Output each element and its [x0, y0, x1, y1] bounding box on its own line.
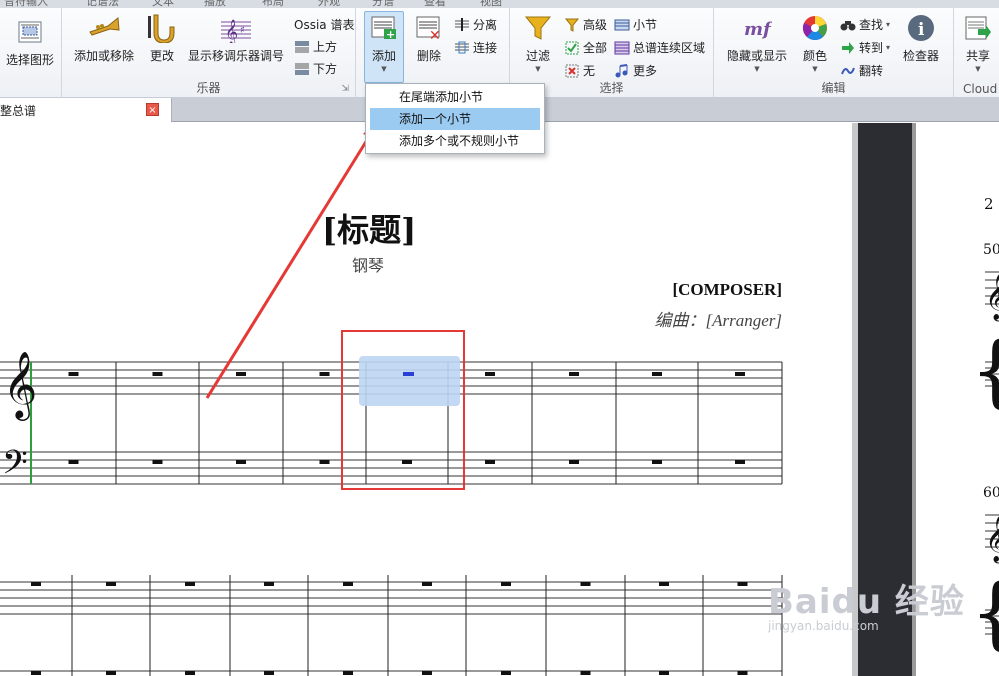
whole-rest [343, 671, 353, 675]
whole-rest [735, 460, 745, 464]
whole-rest [236, 372, 246, 376]
sibelius-window: 音符输入 记谱法 文本 播放 布局 外观 分谱 查看 视图 选择图形 添加或移除 [0, 0, 999, 676]
watermark-brand: Baidu 经验 [768, 582, 965, 622]
whole-rest [501, 671, 511, 675]
whole-rest [569, 372, 579, 376]
bar-number-50: 50 [983, 242, 999, 258]
whole-rest [106, 582, 116, 586]
treble-clef: 𝄞 [985, 274, 999, 322]
whole-rest [236, 460, 246, 464]
whole-rest [652, 372, 662, 376]
whole-rest [580, 671, 591, 675]
menu-item-add-single-bar[interactable]: 添加一个小节 [370, 108, 540, 130]
whole-rest [264, 671, 274, 675]
whole-rest [737, 671, 748, 675]
whole-rest [319, 372, 330, 376]
whole-rest [343, 582, 353, 586]
whole-rest [31, 582, 41, 586]
whole-rest [68, 372, 79, 376]
bar-5-selection[interactable] [359, 356, 460, 406]
whole-rest [659, 582, 669, 586]
page-2-staves[interactable]: {{𝄞𝄞 [970, 271, 999, 659]
whole-rest [152, 372, 163, 376]
bar-highlight-box [341, 330, 465, 490]
whole-rest [106, 671, 116, 675]
pointer-arrow [205, 118, 380, 399]
whole-rest [185, 582, 195, 586]
whole-rest [485, 372, 495, 376]
whole-rest [422, 582, 432, 586]
whole-rest [264, 582, 274, 586]
whole-rest [737, 582, 748, 586]
menu-item-add-other-bars[interactable]: 添加多个或不规则小节 [366, 130, 544, 152]
whole-rest [501, 582, 511, 586]
menu-item-add-bar-at-end[interactable]: 在尾端添加小节 [366, 86, 544, 108]
whole-rest [735, 372, 745, 376]
treble-clef: 𝄞 [3, 350, 37, 421]
whole-rest [580, 582, 591, 586]
whole-rest [185, 671, 195, 675]
system-2[interactable] [0, 575, 783, 676]
whole-rest [659, 671, 669, 675]
whole-rest [569, 460, 579, 464]
whole-rest [31, 671, 41, 675]
brace-icon: { [970, 566, 999, 659]
whole-rest [152, 460, 163, 464]
whole-rest [422, 671, 432, 675]
add-bar-dropdown-menu: 在尾端添加小节 添加一个小节 添加多个或不规则小节 [365, 83, 545, 154]
bar-number-60: 60 [983, 485, 999, 501]
whole-rest [319, 460, 330, 464]
baidu-watermark: Baidu 经验 jingyan.baidu.com [768, 574, 965, 633]
treble-clef: 𝄞 [985, 516, 999, 564]
whole-rest [485, 460, 495, 464]
bass-clef: 𝄢 [2, 444, 28, 490]
whole-rest [652, 460, 662, 464]
whole-rest [68, 460, 79, 464]
whole-rest [402, 460, 412, 464]
page-2-number: 2 [984, 195, 994, 213]
brace-icon: { [970, 324, 999, 417]
